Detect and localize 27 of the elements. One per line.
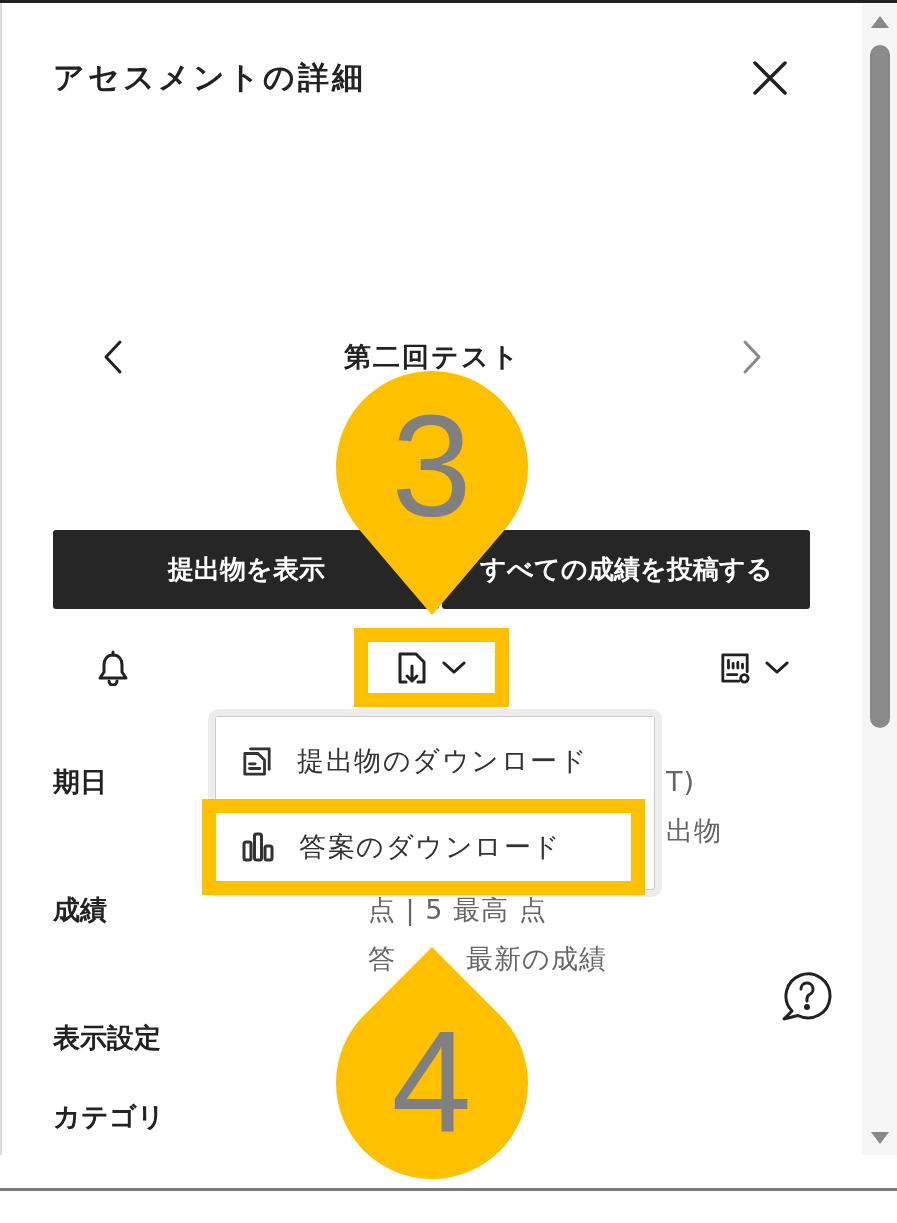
detail-label: 成績 xyxy=(53,895,107,925)
close-button[interactable] xyxy=(752,60,788,96)
detail-value: T) xyxy=(666,767,696,797)
assessment-name: 第二回テスト xyxy=(344,340,521,374)
detail-value: 答 xyxy=(368,944,396,974)
panel-title: アセスメントの詳細 xyxy=(53,58,366,97)
documents-icon xyxy=(242,746,272,776)
scroll-down-icon[interactable] xyxy=(869,1131,890,1145)
file-download-icon xyxy=(396,651,427,684)
detail-value: 最新の成績 xyxy=(466,944,608,974)
report-button[interactable] xyxy=(720,651,790,684)
report-icon xyxy=(720,651,750,684)
scroll-up-icon[interactable] xyxy=(869,15,890,29)
detail-label: 表示設定 xyxy=(53,1023,161,1053)
bell-icon xyxy=(96,649,130,686)
scrollbar-thumb[interactable] xyxy=(869,45,890,728)
detail-value: 点 | 5 最高 点 xyxy=(368,895,547,925)
chevron-left-icon xyxy=(103,339,123,375)
bar-chart-icon xyxy=(242,832,274,862)
detail-value: 出物 xyxy=(666,816,722,846)
chevron-right-icon xyxy=(742,339,762,375)
bell-button[interactable] xyxy=(96,649,130,686)
detail-label: 期日 xyxy=(53,767,107,797)
detail-label: カテゴリ xyxy=(53,1102,165,1132)
action-button[interactable]: すべての成績を投稿する xyxy=(442,530,810,609)
close-icon xyxy=(752,60,788,96)
previous-button[interactable] xyxy=(103,339,123,375)
